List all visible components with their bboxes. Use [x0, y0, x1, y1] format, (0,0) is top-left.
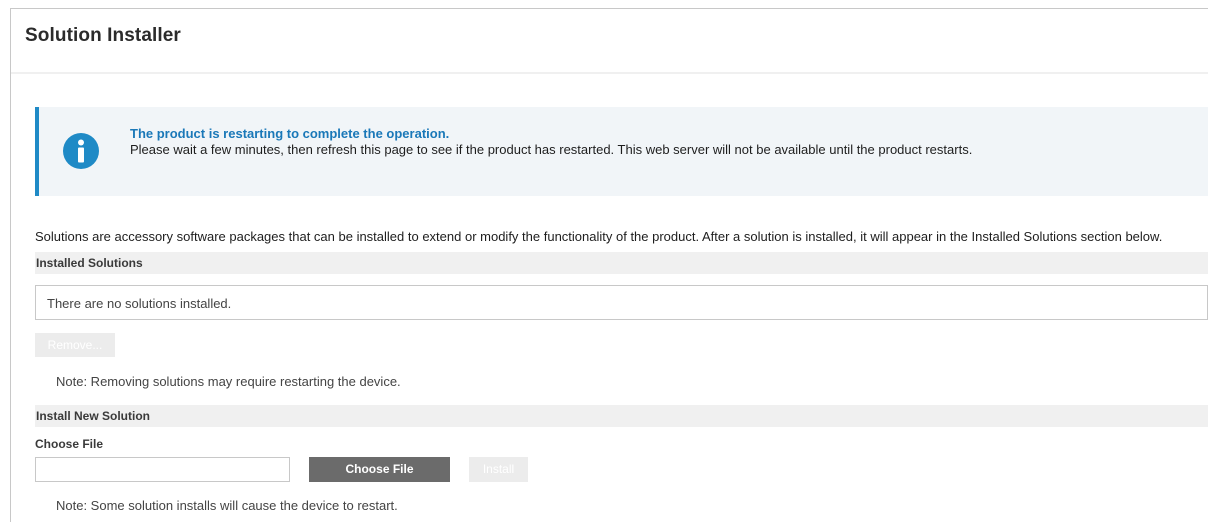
install-new-solution-header: Install New Solution	[35, 405, 1208, 427]
alert-title: The product is restarting to complete th…	[130, 126, 450, 141]
remove-note: Note: Removing solutions may require res…	[56, 374, 401, 389]
choose-file-button[interactable]: Choose File	[309, 457, 450, 482]
choose-file-label: Choose File	[35, 437, 104, 451]
remove-button[interactable]: Remove...	[35, 333, 115, 357]
install-new-solution-label: Install New Solution	[36, 409, 151, 423]
empty-list-message: There are no solutions installed.	[47, 296, 232, 311]
install-note: Note: Some solution installs will cause …	[56, 498, 398, 513]
status-alert: The product is restarting to complete th…	[35, 107, 1208, 196]
title-divider	[11, 72, 1208, 74]
alert-message: Please wait a few minutes, then refresh …	[130, 142, 973, 157]
installed-solutions-header: Installed Solutions	[35, 252, 1208, 274]
installed-solutions-list[interactable]: There are no solutions installed.	[35, 285, 1208, 320]
info-icon	[63, 133, 99, 169]
install-button[interactable]: Install	[469, 457, 528, 482]
installed-solutions-label: Installed Solutions	[36, 256, 143, 270]
file-path-field[interactable]	[35, 457, 290, 482]
intro-text: Solutions are accessory software package…	[35, 229, 1163, 244]
page-title: Solution Installer	[25, 25, 181, 46]
